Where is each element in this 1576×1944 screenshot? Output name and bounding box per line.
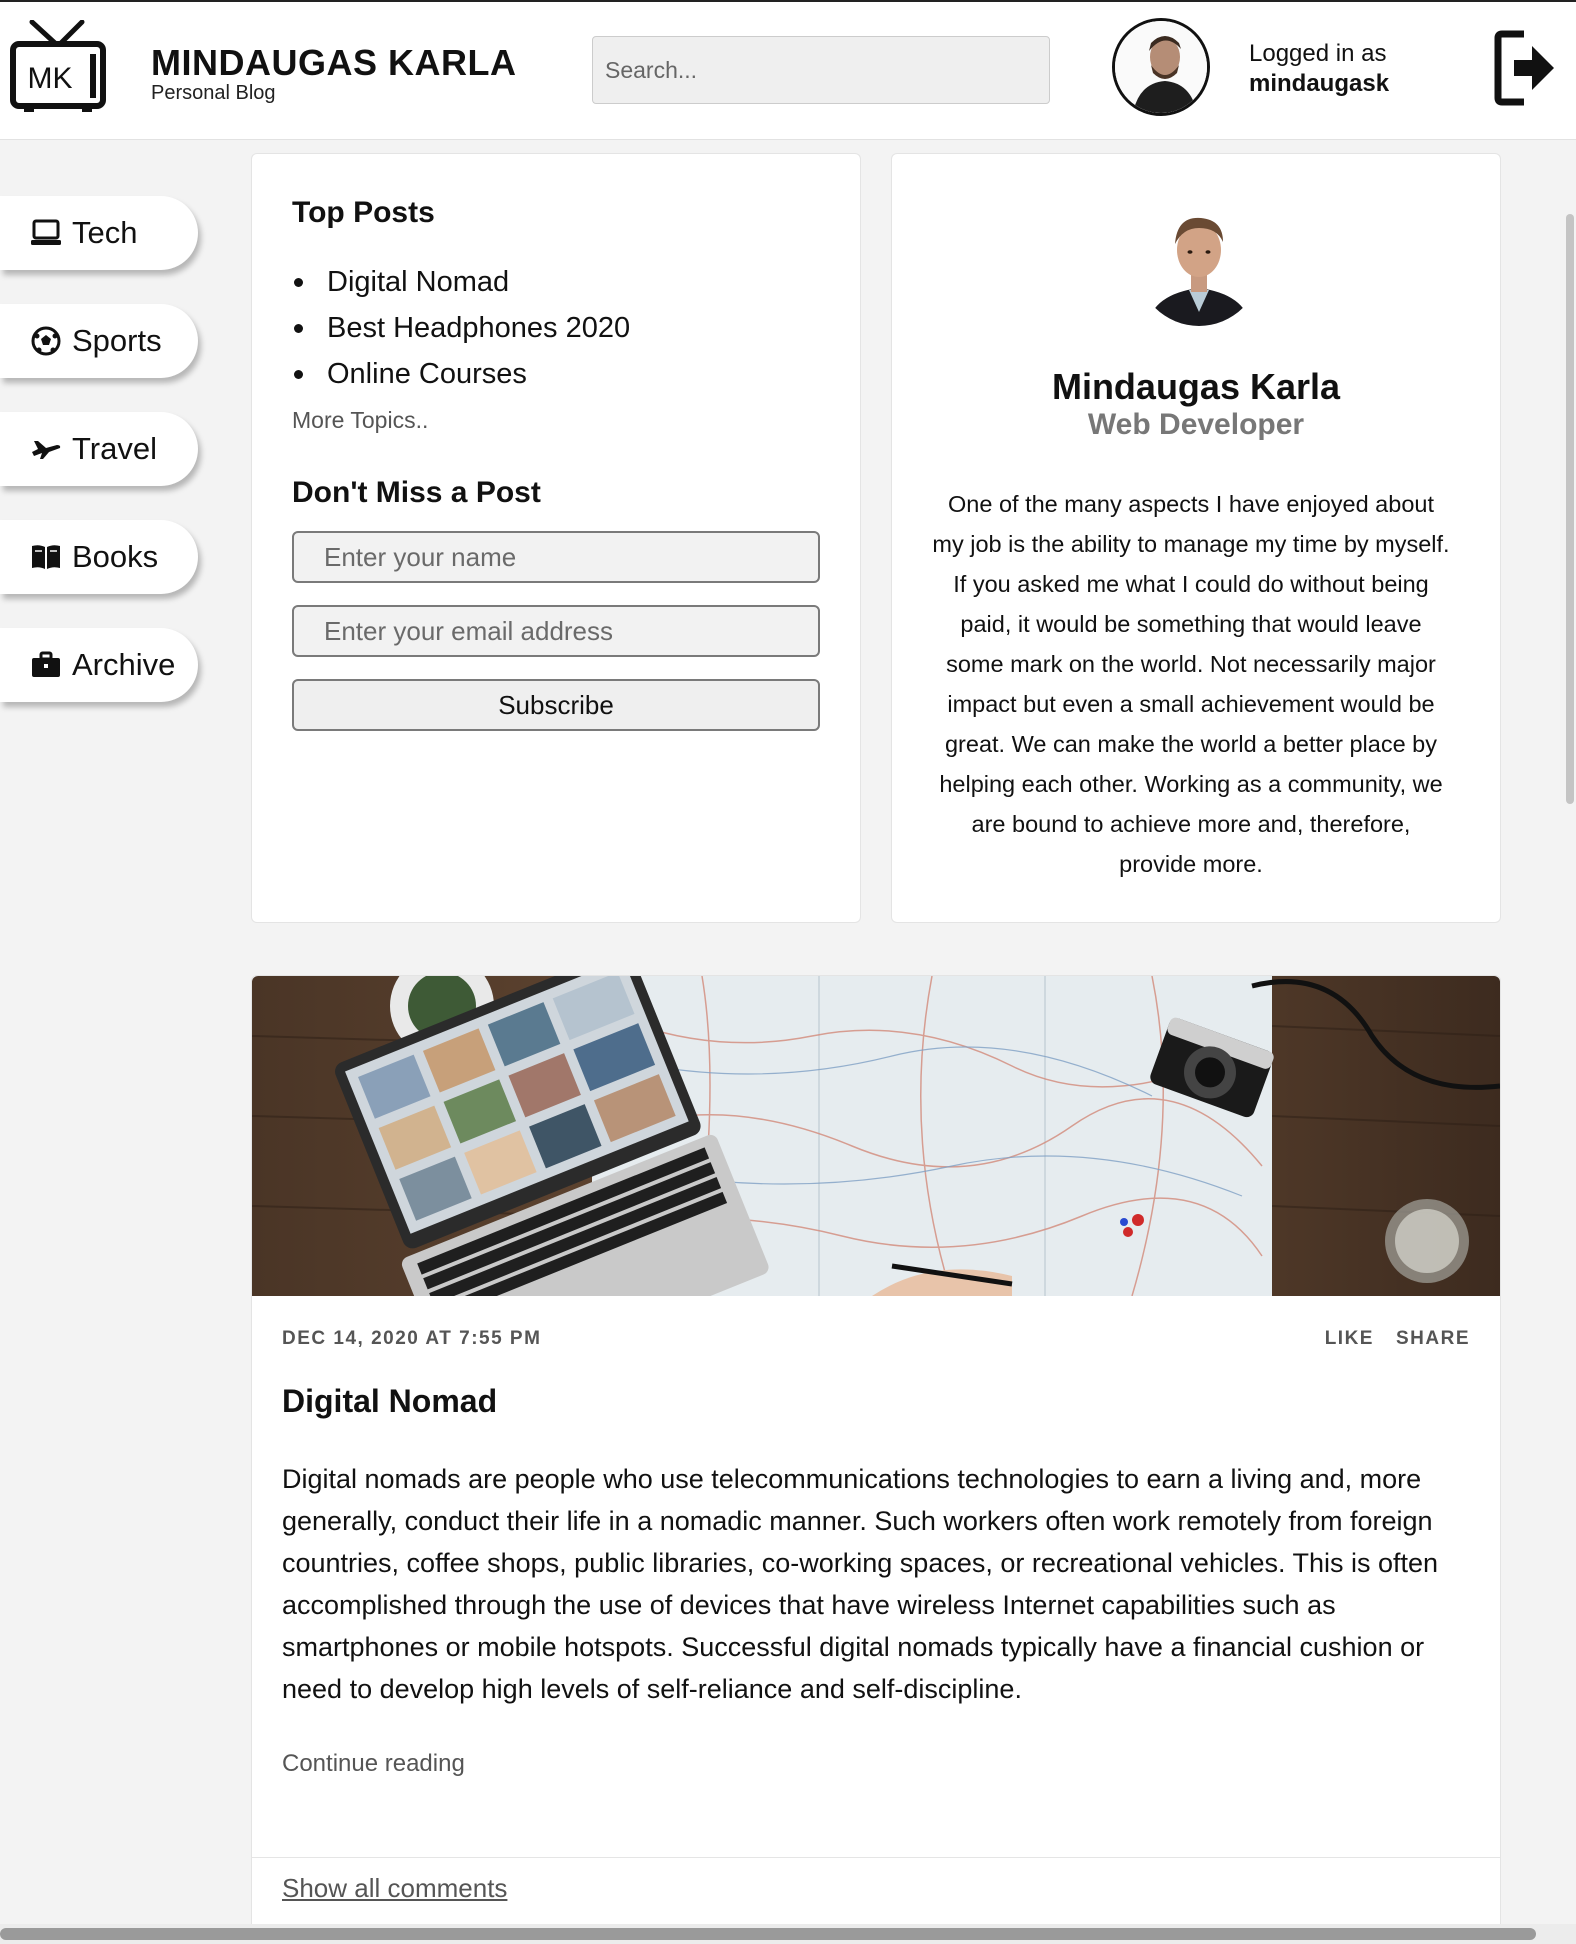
brand-title[interactable]: MINDAUGAS KARLA <box>151 42 516 84</box>
top-post-item[interactable]: Best Headphones 2020 <box>292 305 630 351</box>
horizontal-scrollbar[interactable] <box>0 1928 1536 1940</box>
logout-icon[interactable] <box>1494 30 1558 106</box>
post-body: Digital nomads are people who use teleco… <box>282 1464 1439 1704</box>
laptop-icon <box>30 217 62 249</box>
show-comments-link[interactable]: Show all comments <box>282 1873 507 1904</box>
like-button[interactable]: LIKE <box>1325 1328 1374 1350</box>
search-input[interactable] <box>592 36 1050 104</box>
header: MK MINDAUGAS KARLA Personal Blog Logged … <box>0 2 1576 140</box>
book-icon <box>30 541 62 573</box>
plane-icon <box>30 433 62 465</box>
sidebar-item-label: Travel <box>72 431 157 466</box>
sidebar-item-label: Sports <box>72 323 162 358</box>
profile-card: Mindaugas Karla Web Developer One of the… <box>891 153 1501 923</box>
login-label: Logged in as <box>1249 40 1387 67</box>
post-title[interactable]: Digital Nomad <box>282 1383 497 1420</box>
sidebar-item-travel[interactable]: Travel <box>0 412 198 486</box>
top-posts-list: Digital Nomad Best Headphones 2020 Onlin… <box>292 259 630 397</box>
profile-bio: One of the many aspects I have enjoyed a… <box>932 491 1450 877</box>
post-divider <box>252 1857 1500 1858</box>
sidebar-item-books[interactable]: Books <box>0 520 198 594</box>
top-posts-heading: Top Posts <box>292 196 435 229</box>
tv-logo-icon[interactable]: MK <box>10 19 106 114</box>
name-field[interactable] <box>292 531 820 583</box>
sidebar-item-label: Archive <box>72 647 176 682</box>
email-field[interactable] <box>292 605 820 657</box>
briefcase-icon <box>30 649 62 681</box>
profile-photo <box>1137 202 1261 326</box>
sidebar-item-label: Tech <box>72 215 138 250</box>
vertical-scrollbar[interactable] <box>1566 214 1574 804</box>
share-button[interactable]: SHARE <box>1396 1328 1470 1350</box>
profile-name: Mindaugas Karla <box>1051 366 1341 407</box>
user-avatar[interactable] <box>1112 18 1210 116</box>
brand-subtitle: Personal Blog <box>151 82 276 104</box>
post-image <box>252 976 1500 1296</box>
sidebar-item-tech[interactable]: Tech <box>0 196 198 270</box>
profile-role: Web Developer <box>1087 408 1305 441</box>
continue-reading-link[interactable]: Continue reading <box>282 1750 465 1778</box>
sidebar-item-archive[interactable]: Archive <box>0 628 198 702</box>
soccer-ball-icon <box>30 325 62 357</box>
more-topics-link[interactable]: More Topics.. <box>292 407 428 434</box>
logo-text: MK <box>28 62 73 95</box>
post-actions: LIKE SHARE <box>1325 1328 1470 1350</box>
top-post-item[interactable]: Online Courses <box>292 351 630 397</box>
newsletter-heading: Don't Miss a Post <box>292 476 541 509</box>
top-post-item[interactable]: Digital Nomad <box>292 259 630 305</box>
sidebar-item-sports[interactable]: Sports <box>0 304 198 378</box>
post-card: DEC 14, 2020 AT 7:55 PM LIKE SHARE Digit… <box>251 975 1501 1944</box>
subscribe-button[interactable]: Subscribe <box>292 679 820 731</box>
login-username: mindaugask <box>1249 70 1390 97</box>
post-date: DEC 14, 2020 AT 7:55 PM <box>282 1328 542 1349</box>
sidebar-item-label: Books <box>72 539 159 574</box>
top-posts-card: Top Posts Digital Nomad Best Headphones … <box>251 153 861 923</box>
